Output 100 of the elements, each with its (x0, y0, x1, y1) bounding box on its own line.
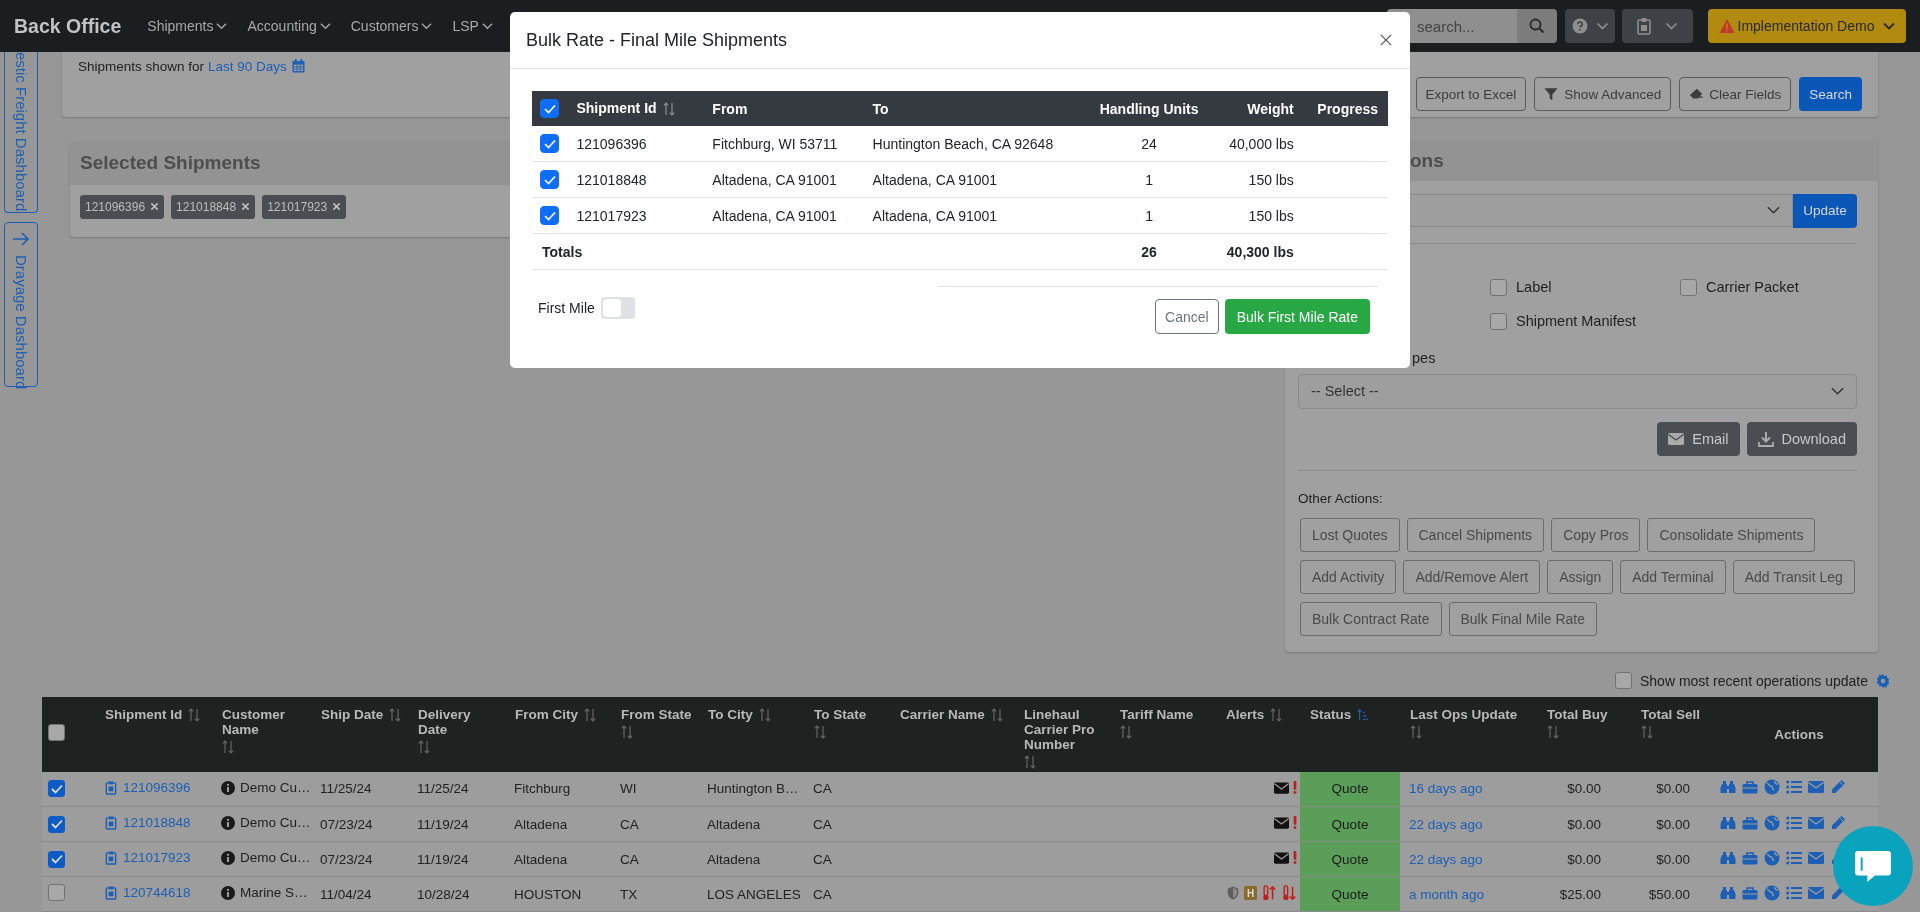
brand-title[interactable]: Back Office (14, 14, 122, 38)
sort-icon[interactable] (222, 738, 234, 755)
info-icon[interactable] (221, 815, 235, 830)
action-button[interactable]: Add Activity (1300, 559, 1397, 594)
binoculars-icon[interactable] (1720, 779, 1736, 796)
column-header[interactable]: To State (814, 706, 867, 722)
filter-button[interactable]: Export to Excel (1415, 77, 1527, 111)
checkbox[interactable] (1490, 312, 1507, 330)
binoculars-icon[interactable] (1720, 849, 1736, 866)
sort-icon[interactable] (1641, 723, 1653, 740)
column-header[interactable]: Ship Date (321, 707, 384, 722)
sort-ascending-icon[interactable] (1357, 706, 1370, 723)
sort-icon[interactable] (1410, 723, 1422, 740)
clipboard-dropdown[interactable] (1622, 9, 1693, 43)
column-header[interactable]: Total Sell (1641, 706, 1700, 722)
dialog-button[interactable]: Cancel (1155, 299, 1219, 334)
clipboard-icon[interactable] (104, 815, 118, 830)
list-icon[interactable] (1786, 779, 1802, 796)
calendar-icon[interactable] (291, 59, 305, 73)
column-header[interactable]: Last Ops Update (1410, 706, 1518, 722)
envelope-icon[interactable] (1808, 884, 1824, 901)
sort-icon[interactable] (662, 101, 675, 118)
type-select[interactable]: -- Select -- (1298, 373, 1857, 409)
clipboard-icon[interactable] (104, 850, 118, 865)
info-icon[interactable] (221, 850, 235, 865)
sort-icon[interactable] (814, 723, 826, 740)
sort-icon[interactable] (389, 706, 402, 723)
checkbox[interactable] (540, 170, 559, 189)
sort-icon[interactable] (188, 706, 201, 723)
action-button[interactable]: Add Terminal (1620, 559, 1726, 594)
sort-icon[interactable] (418, 738, 430, 755)
info-icon[interactable] (221, 885, 235, 900)
column-header[interactable]: From State (621, 706, 692, 722)
checkbox[interactable] (540, 134, 559, 153)
action-button[interactable]: Assign (1547, 559, 1614, 594)
dialog-button[interactable]: Bulk First Mile Rate (1224, 299, 1370, 334)
checkbox[interactable] (48, 780, 65, 798)
filter-button[interactable]: Show Advanced (1534, 77, 1672, 111)
action-button[interactable]: Cancel Shipments (1406, 517, 1545, 552)
sort-icon[interactable] (1120, 723, 1132, 740)
checkbox[interactable] (48, 884, 65, 901)
envelope-icon[interactable] (1808, 779, 1824, 796)
action-button[interactable]: Bulk Final Mile Rate (1448, 601, 1597, 636)
binoculars-icon[interactable] (1720, 814, 1736, 831)
action-button[interactable]: Bulk Contract Rate (1300, 601, 1442, 636)
remove-icon[interactable] (332, 202, 342, 212)
clipboard-icon[interactable] (104, 780, 118, 795)
filter-button[interactable]: Clear Fields (1679, 77, 1792, 111)
envelope-icon[interactable] (1808, 849, 1824, 866)
briefcase-icon[interactable] (1742, 814, 1758, 831)
pencil-icon[interactable] (1830, 779, 1846, 796)
help-dropdown[interactable] (1565, 9, 1615, 43)
column-header[interactable]: From City (515, 707, 578, 722)
checkbox[interactable] (1490, 278, 1507, 296)
send-button[interactable]: Download (1746, 421, 1857, 456)
sort-icon[interactable] (584, 706, 596, 723)
sort-icon[interactable] (758, 706, 771, 723)
column-header[interactable]: Shipment Id (105, 707, 183, 722)
info-icon[interactable] (221, 780, 235, 795)
column-header[interactable]: Actions (1774, 726, 1824, 742)
action-button[interactable]: Add/Remove Alert (1403, 559, 1541, 594)
pencil-icon[interactable] (1830, 814, 1846, 831)
shipment-tag[interactable]: 121018848 (171, 194, 256, 219)
sort-icon[interactable] (1270, 706, 1283, 723)
checkbox[interactable] (1614, 672, 1632, 690)
checkbox[interactable] (48, 850, 65, 868)
toggle-switch[interactable] (600, 297, 635, 319)
search-button[interactable] (1517, 9, 1557, 43)
column-header[interactable]: Status (1310, 707, 1352, 722)
update-button[interactable]: Update (1793, 193, 1857, 228)
date-range-link[interactable]: Last 90 Days (208, 58, 287, 74)
send-button[interactable]: Email (1657, 421, 1740, 456)
column-header[interactable]: Alerts (1226, 707, 1265, 722)
sort-icon[interactable] (1024, 753, 1036, 770)
column-header[interactable]: Carrier Name (900, 707, 985, 722)
briefcase-icon[interactable] (1742, 884, 1758, 901)
shipment-tag[interactable]: 121096396 (80, 194, 165, 219)
nav-menu[interactable]: Customers (350, 18, 433, 34)
action-button[interactable]: Add Transit Leg (1732, 559, 1855, 594)
list-icon[interactable] (1786, 814, 1802, 831)
briefcase-icon[interactable] (1742, 779, 1758, 796)
action-button[interactable]: Copy Pros (1551, 517, 1641, 552)
shipment-tag[interactable]: 121017923 (262, 194, 347, 219)
briefcase-icon[interactable] (1742, 849, 1758, 866)
list-icon[interactable] (1786, 884, 1802, 901)
checkbox[interactable] (48, 815, 65, 833)
checkbox[interactable] (540, 206, 559, 225)
checkbox[interactable] (1680, 278, 1697, 296)
column-header[interactable]: To City (708, 707, 753, 722)
clipboard-icon[interactable] (104, 885, 118, 900)
column-header[interactable]: Tariff Name (1120, 706, 1194, 722)
checkbox[interactable] (48, 724, 65, 741)
nav-menu[interactable]: LSP (452, 18, 493, 34)
sort-icon[interactable] (1547, 723, 1559, 740)
filter-button[interactable]: Search (1799, 77, 1862, 111)
sort-icon[interactable] (621, 723, 633, 740)
remove-icon[interactable] (241, 202, 251, 212)
binoculars-icon[interactable] (1720, 884, 1736, 901)
gear-icon[interactable] (1876, 673, 1890, 688)
environment-dropdown[interactable]: Implementation Demo (1708, 9, 1906, 43)
